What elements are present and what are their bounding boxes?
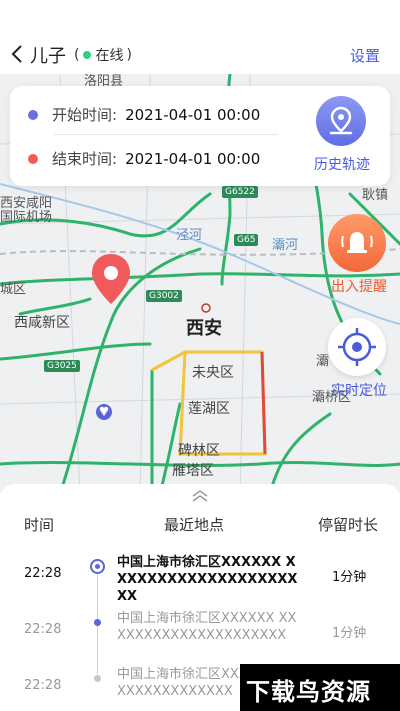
row-time: 22:28 [24, 566, 62, 581]
map-label-left: 城区 [0, 282, 27, 297]
row-duration: 1分钟 [332, 626, 367, 641]
status-text: 在线 [95, 48, 124, 64]
end-dot-icon [28, 153, 38, 164]
map-label-xian: 西安 [186, 318, 222, 339]
row-address: 中国上海市徐汇区XXXXXX XXXXXXXXXXXXXXXXXXXXX [117, 611, 297, 643]
timeline-current-dot-core [95, 564, 100, 569]
road-badge-g3025: G3025 [44, 360, 80, 372]
row-address: 中国上海市徐汇区XXXXXX XXXXXXXXXXXXXXXXXXXXX [117, 555, 298, 604]
history-track-label: 历史轨迹 [314, 157, 370, 173]
end-time-row[interactable]: 结束时间: 2021-04-01 00:00 [28, 148, 260, 169]
map-label-xixian: 西咸新区 [14, 315, 70, 331]
road-badge-g6522: G6522 [222, 186, 258, 198]
column-header-stay: 停留时长 [318, 516, 379, 534]
row-duration: 1分钟 [332, 570, 367, 585]
map-label-river-2: 灞河 [272, 238, 299, 253]
start-dot-icon [28, 109, 38, 120]
start-time-label: 开始时间: [52, 106, 118, 124]
realtime-locate-label: 实时定位 [331, 383, 387, 399]
back-arrow-icon[interactable] [8, 43, 28, 65]
map-label-right-top: 耿镇 [362, 188, 389, 203]
history-track-button[interactable]: 历史轨迹 [300, 96, 380, 176]
map-label-yanta: 雁塔区 [172, 463, 214, 479]
online-dot-icon [83, 51, 92, 59]
watermark-text: 下载鸟资源 [246, 678, 371, 706]
row-time: 22:28 [24, 622, 62, 637]
time-divider [54, 134, 278, 135]
map-label-beilin: 碑林区 [178, 443, 220, 459]
map-label-weiyang: 未央区 [192, 365, 234, 381]
map-label-lianhu: 莲湖区 [188, 401, 230, 417]
end-time-value[interactable]: 2021-04-01 00:00 [125, 150, 260, 168]
status-paren-open: ( [74, 47, 80, 63]
road-badge-g65: G65 [234, 234, 259, 246]
status-paren-close: ) [126, 47, 132, 63]
end-time-label: 结束时间: [52, 150, 118, 168]
location-pin-icon[interactable] [90, 252, 132, 306]
start-time-value[interactable]: 2021-04-01 00:00 [125, 106, 260, 124]
history-row[interactable]: 22:28 中国上海市徐汇区XXXXXX XXXXXXXXXXXXXXXXXXX… [0, 604, 400, 660]
map-label-airport-2: 国际机场 [0, 210, 53, 225]
road-badge-g3002: G3002 [146, 290, 182, 302]
settings-button[interactable]: 设置 [350, 45, 380, 66]
timeline-dot-icon [94, 675, 101, 682]
geofence-alert-label: 出入提醒 [331, 279, 387, 295]
start-time-row[interactable]: 开始时间: 2021-04-01 00:00 [28, 104, 260, 125]
row-time: 22:28 [24, 678, 62, 693]
device-name: 儿子 [30, 46, 66, 67]
watermark-logo: 下载鸟资源 [240, 664, 400, 711]
geofence-alert-button[interactable]: 出入提醒 [322, 214, 392, 295]
realtime-locate-button[interactable]: 实时定位 [322, 318, 394, 402]
history-track-icon [316, 96, 366, 146]
column-header-place: 最近地点 [164, 516, 225, 534]
time-range-card: 开始时间: 2021-04-01 00:00 结束时间: 2021-04-01 … [10, 86, 390, 186]
alarm-bell-icon [328, 214, 386, 272]
map-label-river-1: 泾河 [176, 228, 203, 243]
crosshair-icon [328, 318, 386, 376]
column-header-time: 时间 [24, 516, 55, 534]
chevron-up-icon[interactable] [190, 488, 210, 504]
history-row[interactable]: 22:28 中国上海市徐汇区XXXXXX XXXXXXXXXXXXXXXXXXX… [0, 548, 400, 604]
online-status: ( 在线 ) [74, 45, 132, 65]
timeline-dot-icon [94, 619, 101, 626]
top-bar: 儿子 ( 在线 ) 设置 [0, 0, 400, 74]
